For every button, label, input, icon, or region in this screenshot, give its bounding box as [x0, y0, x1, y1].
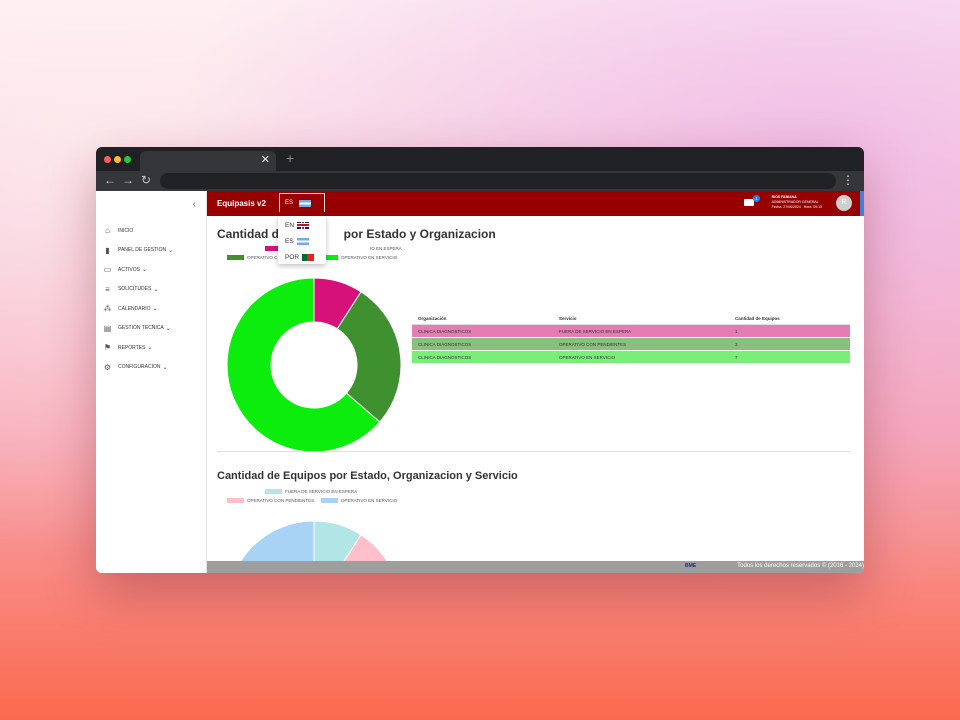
table-cell: 7 [735, 354, 738, 360]
sidebar: ‹ ⌂ INICIO ▮ PANEL DE GESTION ⌄ ▭ ACTIVOS ⌄ ≡ SOL… [96, 191, 207, 573]
data-table: Organización Servicio Cantidad de Equipo… [412, 312, 850, 364]
table-cell: CLINICA DIAGNOSTICOS [418, 354, 472, 360]
language-option-es[interactable]: ES [278, 234, 326, 248]
sidebar-item-inicio[interactable]: ⌂ INICIO [96, 221, 206, 241]
sidebar-item-label: ACTIVOS [118, 266, 140, 273]
sidebar-item-label: PANEL DE GESTION [118, 247, 167, 254]
close-tab-icon[interactable]: ✕ [261, 153, 270, 166]
table-cell: 3 [735, 341, 738, 347]
language-selector[interactable]: ES [279, 193, 325, 212]
portugal-flag-icon [302, 253, 315, 261]
blue-edge-strip [860, 191, 864, 216]
table-cell: OPERATIVO EN SERVICIO [559, 354, 616, 360]
list-check-icon: ≡ [105, 284, 110, 294]
table-cell: CLINICA DIAGNOSTICOS [418, 341, 472, 347]
chevron-down-icon: ⌄ [165, 325, 171, 332]
table-cell: CLINICA DIAGNOSTICOS [418, 328, 472, 334]
document-icon: ▤ [103, 323, 112, 333]
collapse-sidebar-icon[interactable]: ‹ [193, 199, 196, 210]
notification-badge: 1 [753, 195, 760, 202]
table-row[interactable]: CLINICA DIAGNOSTICOS OPERATIVO EN SERVICI… [412, 351, 850, 364]
donut-chart [226, 277, 402, 453]
sidebar-item-calendario[interactable]: ⁂ CALENDARIO ⌄ [96, 299, 206, 319]
sidebar-item-label: GESTION TECNICA [118, 325, 164, 332]
browser-toolbar: ← → ↻ ⋮ [96, 171, 864, 191]
legend-swatch [265, 489, 282, 494]
forward-arrow-icon[interactable]: → [122, 173, 134, 187]
top-bar: Equipasis v2 ES 1 RIOS FABIANA ADMINISTR… [207, 191, 864, 216]
user-date: Fecha: 27/06/2024 [771, 205, 801, 209]
chevron-down-icon: ⌄ [162, 364, 168, 371]
sidebar-item-gestion-tecnica[interactable]: ▤ GESTION TECNICA ⌄ [96, 319, 206, 339]
sidebar-item-label: INICIO [118, 227, 134, 234]
sidebar-item-solicitudes[interactable]: ≡ SOLICITUDES ⌄ [96, 280, 206, 300]
close-window-button[interactable] [104, 156, 111, 163]
sidebar-item-configuracion[interactable]: ⚙ CONFIGURACION ⌄ [96, 358, 206, 378]
maximize-window-button[interactable] [124, 156, 131, 163]
user-info: RIOS FABIANA ADMINISTRADOR GENERAL Fecha… [772, 195, 822, 210]
pie-chart [239, 520, 389, 563]
language-option-en[interactable]: EN [278, 218, 326, 232]
user-time: Hora: 09:13 [803, 205, 822, 209]
browser-tabbar: ✕ + [96, 147, 864, 171]
address-bar[interactable] [160, 173, 836, 189]
browser-window: ✕ + ← → ↻ ⋮ ‹ ⌂ INICIO ▮ PANEL DE GESTION ⌄ ▭… [96, 147, 864, 573]
table-row[interactable]: CLINICA DIAGNOSTICOS FUERA DE SERVICIO EN… [412, 325, 850, 338]
table-cell: FUERA DE SERVICIO EN ESPERA [559, 328, 632, 334]
chevron-down-icon: ⌄ [168, 247, 174, 254]
chevron-down-icon: ⌄ [141, 267, 147, 274]
legend-item[interactable]: FUERA DE SERVICIO EN ESPERA [265, 489, 357, 494]
chevron-down-icon: ⌄ [152, 306, 158, 313]
table-cell: 1 [735, 328, 738, 334]
minimize-window-button[interactable] [114, 156, 121, 163]
back-arrow-icon[interactable]: ← [104, 173, 116, 187]
new-tab-icon[interactable]: + [286, 150, 294, 166]
sidebar-item-reportes[interactable]: ⚑ REPORTES ⌄ [96, 338, 206, 358]
chevron-down-icon: ⌄ [147, 345, 153, 352]
language-dropdown: EN ES POR [278, 216, 326, 264]
language-option-por[interactable]: POR [278, 250, 326, 264]
browser-menu-icon[interactable]: ⋮ [842, 173, 854, 187]
table-row[interactable]: CLINICA DIAGNOSTICOS OPERATIVO CON PENDIE… [412, 338, 850, 351]
home-icon: ⌂ [105, 226, 110, 236]
gear-icon: ⚙ [103, 362, 112, 372]
argentina-flag-icon [296, 237, 309, 245]
bar-chart-icon: ▮ [105, 245, 110, 255]
group-icon: ⁂ [103, 304, 112, 314]
table-header: Organización Servicio Cantidad de Equipo… [412, 312, 850, 325]
browser-tab[interactable]: ✕ [140, 151, 276, 171]
section1-title: Cantidad de por Estado y Organizacion [217, 227, 496, 241]
section-divider [217, 451, 850, 452]
chevron-down-icon: ⌄ [153, 286, 159, 293]
footer: BME Todos los derechos reservados © (201… [207, 561, 864, 573]
avatar[interactable]: R [836, 195, 852, 211]
sidebar-item-activos[interactable]: ▭ ACTIVOS ⌄ [96, 260, 206, 280]
column-header: Organización [418, 315, 447, 321]
table-cell: OPERATIVO CON PENDIENTES [559, 341, 627, 347]
copyright-text: Todos los derechos reservados © (2016 - … [737, 563, 864, 569]
laptop-icon: ▭ [103, 265, 112, 275]
sidebar-item-panel-de-gestion[interactable]: ▮ PANEL DE GESTION ⌄ [96, 241, 206, 261]
sidebar-item-label: SOLICITUDES [118, 286, 152, 293]
flag-icon: ⚑ [103, 343, 112, 353]
argentina-flag-icon [299, 199, 312, 207]
column-header: Servicio [559, 315, 577, 321]
app-title: Equipasis v2 [217, 199, 266, 208]
app-root: ‹ ⌂ INICIO ▮ PANEL DE GESTION ⌄ ▭ ACTIVOS ⌄ ≡ SOL… [96, 191, 864, 573]
sidebar-item-label: REPORTES [118, 344, 146, 351]
column-header: Cantidad de Equipos [735, 315, 780, 321]
sidebar-item-label: CALENDARIO [118, 305, 151, 312]
sidebar-item-label: CONFIGURACION [118, 364, 161, 371]
uk-flag-icon [297, 221, 310, 229]
current-language: ES [285, 200, 294, 206]
reload-icon[interactable]: ↻ [141, 173, 151, 187]
bme-logo: BME [685, 563, 697, 569]
main-content: Cantidad de por Estado y Organizacion IO … [207, 216, 864, 563]
section2-title: Cantidad de Equipos por Estado, Organiza… [217, 470, 518, 482]
